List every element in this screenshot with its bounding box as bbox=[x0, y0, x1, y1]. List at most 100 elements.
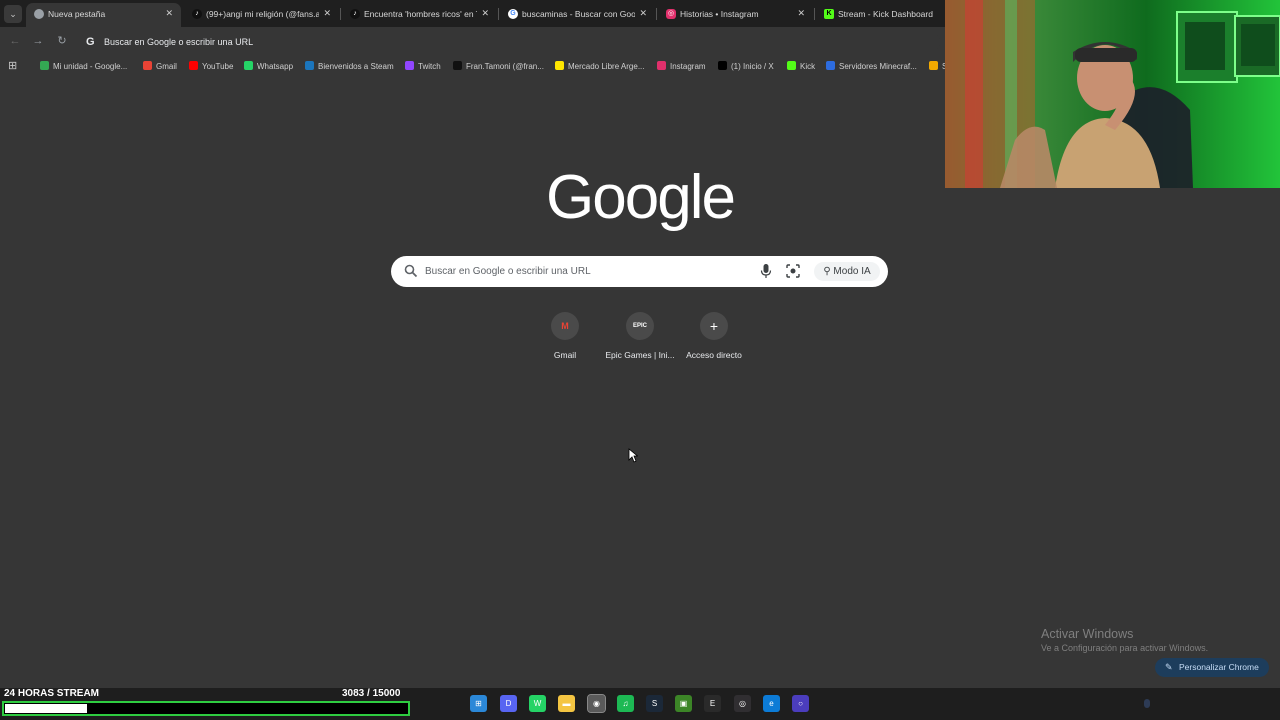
tab-instagram[interactable]: ◎ Historias • Instagram ✕ bbox=[658, 3, 813, 27]
shortcut-label: Gmail bbox=[553, 350, 577, 360]
edge-icon[interactable]: e bbox=[763, 695, 780, 712]
instagram-icon: ◎ bbox=[666, 9, 676, 19]
x-icon bbox=[718, 61, 727, 70]
microphone-tray-icon[interactable] bbox=[1144, 699, 1150, 708]
plus-icon: + bbox=[700, 312, 728, 340]
close-tab-icon[interactable]: ✕ bbox=[323, 8, 331, 19]
mouse-cursor-icon bbox=[628, 448, 638, 463]
tab-title: Nueva pestaña bbox=[48, 9, 106, 19]
minecraft-server-icon bbox=[826, 61, 835, 70]
obs-icon[interactable]: ◎ bbox=[734, 695, 751, 712]
webcam-video bbox=[945, 0, 1280, 188]
tab-fans[interactable]: ♪ (99+)angi mi religión (@fans.an ✕ bbox=[184, 3, 339, 27]
ai-mode-button[interactable]: ⚲ Modo IA bbox=[814, 262, 880, 281]
close-tab-icon[interactable]: ✕ bbox=[165, 8, 173, 19]
tab-hombres-ricos[interactable]: ♪ Encuentra 'hombres ricos' en T ✕ bbox=[342, 3, 497, 27]
bookmark-label: Mercado Libre Arge... bbox=[568, 62, 645, 71]
bookmark-label: Mi unidad - Google... bbox=[53, 62, 128, 71]
bookmark-3[interactable]: Whatsapp bbox=[244, 61, 293, 73]
lens-icon[interactable] bbox=[786, 264, 800, 278]
tab-kick-dashboard[interactable]: K Stream - Kick Dashboard bbox=[816, 3, 945, 27]
stream-goal-progress bbox=[2, 701, 410, 716]
spotify-icon[interactable]: ♫ bbox=[617, 695, 634, 712]
bookmark-7[interactable]: Mercado Libre Arge... bbox=[555, 61, 644, 73]
tab-title: Encuentra 'hombres ricos' en T bbox=[364, 9, 477, 19]
bookmark-1[interactable]: Gmail bbox=[143, 61, 177, 73]
tab-new-tab[interactable]: Nueva pestaña ✕ bbox=[26, 3, 181, 27]
tab-search-button[interactable]: ⌄ bbox=[4, 5, 22, 23]
activate-windows-subtitle: Ve a Configuración para activar Windows. bbox=[1041, 643, 1209, 653]
search-icon bbox=[404, 264, 418, 278]
apps-grid-icon[interactable]: ⊞ bbox=[8, 61, 19, 72]
windows-start-icon[interactable]: ⊞ bbox=[470, 695, 487, 712]
search-input[interactable]: Buscar en Google o escribir una URL bbox=[425, 266, 591, 277]
shortcut-label: Epic Games | Ini... bbox=[605, 350, 675, 360]
tab-divider bbox=[340, 8, 341, 20]
kick-icon bbox=[787, 61, 796, 70]
bookmark-label: Kick bbox=[800, 62, 816, 71]
ai-mode-label: Modo IA bbox=[833, 266, 871, 277]
google-icon: G bbox=[508, 9, 518, 19]
steam-icon bbox=[305, 61, 314, 70]
customize-chrome-button[interactable]: ✎ Personalizar Chrome bbox=[1155, 658, 1269, 677]
tab-title: Stream - Kick Dashboard bbox=[838, 9, 933, 19]
bookmark-0[interactable]: Mi unidad - Google... bbox=[40, 61, 127, 73]
mercadolibre-icon bbox=[555, 61, 564, 70]
tab-divider bbox=[498, 8, 499, 20]
webcam-overlay bbox=[945, 0, 1280, 188]
bookmark-2[interactable]: YouTube bbox=[189, 61, 233, 73]
twitch-icon bbox=[405, 61, 414, 70]
bookmark-label: Gmail bbox=[156, 62, 177, 71]
bookmark-9[interactable]: (1) Inicio / X bbox=[718, 61, 774, 73]
close-tab-icon[interactable]: ✕ bbox=[639, 8, 647, 19]
tab-title: Historias • Instagram bbox=[680, 9, 759, 19]
epic-games-icon[interactable]: E bbox=[704, 695, 721, 712]
discord-icon[interactable]: D bbox=[500, 695, 517, 712]
file-explorer-icon[interactable]: ▬ bbox=[558, 695, 575, 712]
minecraft-icon[interactable]: ▣ bbox=[675, 695, 692, 712]
shortcut-gmail[interactable]: M Gmail bbox=[527, 312, 603, 360]
bookmark-label: Bienvenidos a Steam bbox=[318, 62, 394, 71]
customize-label: Personalizar Chrome bbox=[1179, 662, 1259, 672]
bookmark-label: Servidores Minecraf... bbox=[839, 62, 917, 71]
steam-icon[interactable]: S bbox=[646, 695, 663, 712]
tab-title: buscaminas - Buscar con Goog bbox=[522, 9, 635, 19]
kick-icon: K bbox=[824, 9, 834, 19]
shortcut-label: Acceso directo bbox=[686, 350, 742, 360]
bookmark-label: Twitch bbox=[418, 62, 441, 71]
close-tab-icon[interactable]: ✕ bbox=[797, 8, 805, 19]
tiktok-icon: ♪ bbox=[350, 9, 360, 19]
omnibox-text[interactable]: Buscar en Google o escribir una URL bbox=[104, 37, 253, 47]
chrome-icon bbox=[34, 9, 44, 19]
gmail-icon bbox=[143, 61, 152, 70]
shortcut-epic-games[interactable]: EPIC Epic Games | Ini... bbox=[602, 312, 678, 360]
chrome-icon[interactable]: ◉ bbox=[587, 694, 606, 713]
bookmark-11[interactable]: Servidores Minecraf... bbox=[826, 61, 917, 73]
bookmark-8[interactable]: Instagram bbox=[657, 61, 706, 73]
close-tab-icon[interactable]: ✕ bbox=[481, 8, 489, 19]
shortcut-add[interactable]: + Acceso directo bbox=[676, 312, 752, 360]
drive-icon bbox=[40, 61, 49, 70]
forward-icon[interactable]: → bbox=[31, 34, 45, 48]
bookmark-label: (1) Inicio / X bbox=[731, 62, 774, 71]
back-icon[interactable]: ← bbox=[8, 34, 22, 48]
tab-divider bbox=[814, 8, 815, 20]
tab-divider bbox=[656, 8, 657, 20]
tiktok-icon: ♪ bbox=[192, 9, 202, 19]
tab-buscaminas[interactable]: G buscaminas - Buscar con Goog ✕ bbox=[500, 3, 655, 27]
bookmark-5[interactable]: Twitch bbox=[405, 61, 441, 73]
reload-icon[interactable]: ↻ bbox=[55, 34, 69, 48]
voice-search-icon[interactable] bbox=[760, 263, 772, 279]
tab-title: (99+)angi mi religión (@fans.an bbox=[206, 9, 319, 19]
youtube-icon bbox=[189, 61, 198, 70]
cortana-icon[interactable]: ○ bbox=[792, 695, 809, 712]
whatsapp-icon[interactable]: W bbox=[529, 695, 546, 712]
gmail-icon: M bbox=[551, 312, 579, 340]
bookmark-4[interactable]: Bienvenidos a Steam bbox=[305, 61, 394, 73]
pencil-icon: ✎ bbox=[1165, 662, 1173, 672]
activate-windows-title: Activar Windows bbox=[1041, 627, 1134, 641]
sparkle-search-icon: ⚲ bbox=[823, 266, 831, 277]
google-logo: Google bbox=[546, 163, 736, 232]
bookmark-6[interactable]: Fran.Tamoni (@fran... bbox=[453, 61, 544, 73]
bookmark-10[interactable]: Kick bbox=[787, 61, 815, 73]
